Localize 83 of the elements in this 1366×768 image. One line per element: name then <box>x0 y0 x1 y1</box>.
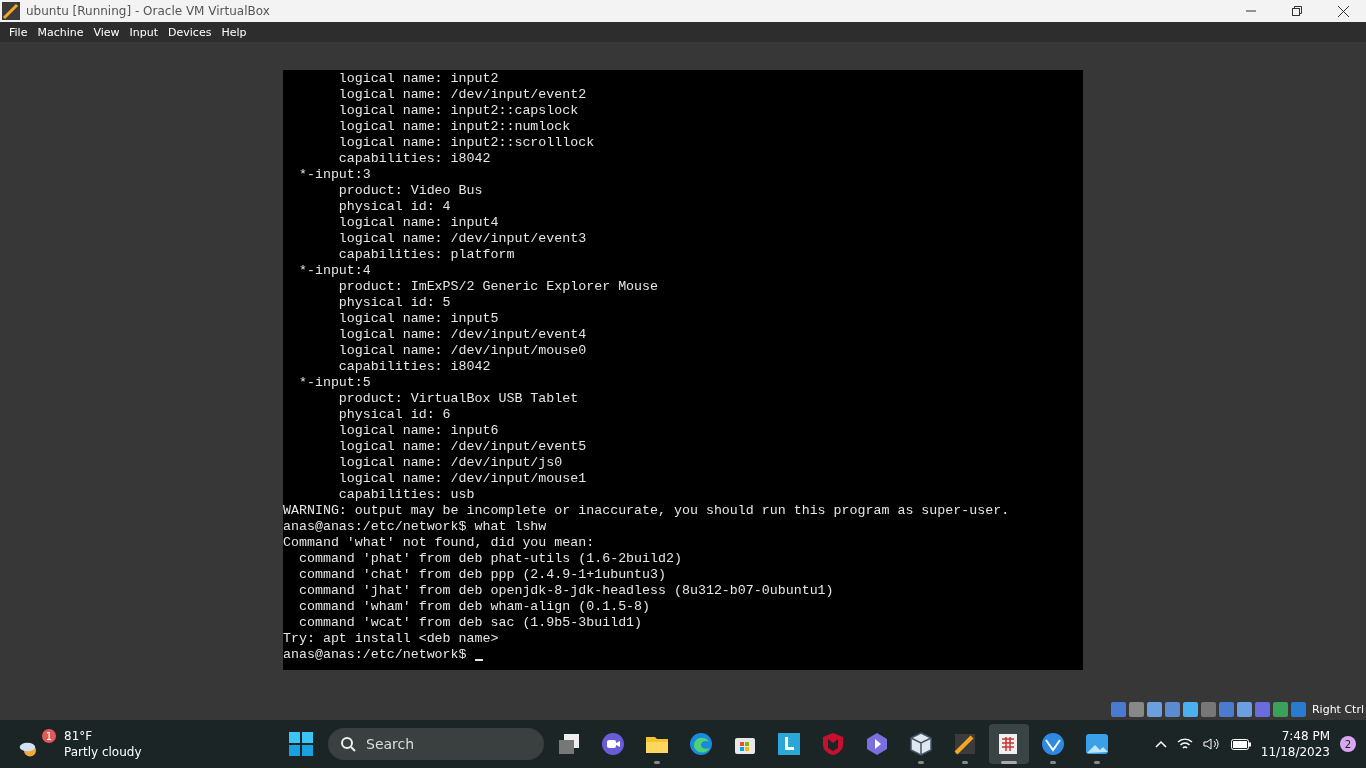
terminal-line: product: Video Bus <box>337 183 483 199</box>
menu-item[interactable]: Machine <box>32 23 89 41</box>
terminal-line: WARNING: output may be incomplete or inaccurate, you should run this program as super-user. <box>283 503 1010 519</box>
terminal-line: *-input:3 <box>297 167 371 183</box>
terminal-line: anas@anas:/etc/network$ what lshw <box>283 519 547 535</box>
terminal-line: capabilities: usb <box>337 487 475 503</box>
terminal-line: command 'phat' from deb phat-utils (1.6-2build2) <box>297 551 682 567</box>
status-indicator-icon[interactable] <box>1272 701 1288 717</box>
terminal-line: physical id: 5 <box>337 295 451 311</box>
terminal-line: logical name: input6 <box>337 423 499 439</box>
speaker-icon[interactable] <box>1202 737 1221 751</box>
menu-item[interactable]: Devices <box>163 23 217 41</box>
terminal-line: logical name: input5 <box>337 311 499 327</box>
close-icon[interactable] <box>1337 5 1349 17</box>
status-indicator-icon[interactable] <box>1290 701 1306 717</box>
windows-stack-icon[interactable] <box>556 731 582 757</box>
terminal-line: capabilities: i8042 <box>337 359 491 375</box>
terminal-line: capabilities: platform <box>337 247 515 263</box>
terminal-line: *-input:5 <box>297 375 371 391</box>
menu-item[interactable]: Help <box>216 23 252 41</box>
notification-badge: 1 <box>42 729 56 743</box>
wifi-icon[interactable] <box>1176 737 1193 751</box>
cube-icon[interactable] <box>908 731 934 757</box>
status-indicator-icon[interactable] <box>1236 701 1252 717</box>
chevron-up-icon[interactable] <box>1154 740 1167 748</box>
hexagon-icon[interactable] <box>864 731 890 757</box>
start-button[interactable] <box>288 731 314 757</box>
terminal-line: logical name: input2 <box>337 71 499 87</box>
status-indicator-icon[interactable] <box>1128 701 1144 717</box>
app-icon[interactable] <box>952 731 978 757</box>
image-icon[interactable] <box>1084 731 1110 757</box>
status-indicator-icon[interactable] <box>1182 701 1198 717</box>
browser-icon[interactable] <box>688 731 714 757</box>
terminal-line: logical name: /dev/input/event2 <box>337 87 587 103</box>
terminal-line: logical name: /dev/input/event3 <box>337 231 587 247</box>
terminal-line: Try: apt install <deb name> <box>283 631 499 647</box>
status-indicator-icon[interactable] <box>1218 701 1234 717</box>
clock[interactable]: 7:48 PM 11/18/2023 <box>1260 728 1330 760</box>
shield-icon[interactable] <box>820 731 846 757</box>
restore-icon[interactable] <box>1292 6 1302 16</box>
search-field[interactable]: Search <box>328 728 544 760</box>
terminal-line: logical name: input4 <box>337 215 499 231</box>
terminal-line: anas@anas:/etc/network$ <box>283 647 468 663</box>
terminal-line: command 'wham' from deb wham-align (0.1.5-8) <box>297 599 651 615</box>
terminal-line: logical name: input2::capslock <box>337 103 579 119</box>
letter-tile-icon[interactable] <box>776 731 802 757</box>
status-indicator-icon[interactable] <box>1110 701 1126 717</box>
terminal-line: product: VirtualBox USB Tablet <box>337 391 579 407</box>
terminal-line: command 'jhat' from deb openjdk-8-jdk-headless (8u312-b07-0ubuntu1) <box>297 583 834 599</box>
notification-badge[interactable]: 2 <box>1340 736 1356 752</box>
time-text: 7:48 PM <box>1281 728 1330 744</box>
menu-item[interactable]: File <box>4 23 33 41</box>
search-icon <box>340 736 356 752</box>
status-indicator-icon[interactable] <box>1200 701 1216 717</box>
terminal-line: *-input:4 <box>297 263 371 279</box>
terminal-line: logical name: /dev/input/event4 <box>337 327 587 343</box>
status-indicator-icon[interactable] <box>1146 701 1162 717</box>
terminal-line: product: ImExPS/2 Generic Explorer Mouse <box>337 279 659 295</box>
status-indicator-icon[interactable] <box>1254 701 1270 717</box>
battery-icon[interactable] <box>1230 738 1251 750</box>
terminal-line: logical name: input2::numlock <box>337 119 571 135</box>
terminal-line: command 'wcat' from deb sac (1.9b5-3build1) <box>297 615 643 631</box>
terminal-line: physical id: 4 <box>337 199 451 215</box>
host-key-label: Right Ctrl <box>1311 702 1364 716</box>
app-logo-icon <box>2 2 20 20</box>
terminal-line: Command 'what' not found, did you mean: <box>283 535 595 551</box>
menu-item[interactable]: View <box>88 23 125 41</box>
terminal-line: logical name: input2::scrolllock <box>337 135 595 151</box>
weather-condition-text: Partly cloudy <box>64 744 142 760</box>
video-chat-icon[interactable] <box>600 731 626 757</box>
terminal-line: logical name: /dev/input/event5 <box>337 439 587 455</box>
status-indicator-icon[interactable] <box>1164 701 1180 717</box>
globe-icon[interactable] <box>1040 731 1066 757</box>
terminal-line: logical name: /dev/input/mouse0 <box>337 343 587 359</box>
date-text: 11/18/2023 <box>1260 744 1330 760</box>
window-title: ubuntu [Running] - Oracle VM VirtualBox <box>26 4 270 18</box>
terminal-line: logical name: /dev/input/js0 <box>337 455 563 471</box>
terminal-line: logical name: /dev/input/mouse1 <box>337 471 587 487</box>
terminal-line: command 'chat' from deb ppp (2.4.9-1+1ubuntu3) <box>297 567 666 583</box>
temperature-text: 81°F <box>64 728 94 744</box>
menu-item[interactable]: Input <box>124 23 164 41</box>
terminal-line: capabilities: i8042 <box>337 151 491 167</box>
terminal-line: physical id: 6 <box>337 407 451 423</box>
